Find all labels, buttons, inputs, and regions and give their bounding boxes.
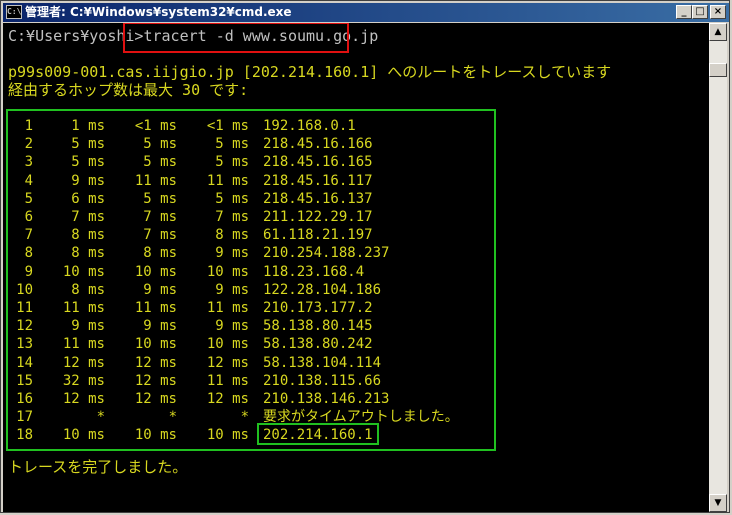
command-highlight-box <box>123 23 349 53</box>
window-title: 管理者: C:¥Windows¥system32¥cmd.exe <box>25 5 292 19</box>
destination-highlight-box <box>257 423 379 445</box>
maximize-button[interactable]: □ <box>692 5 708 19</box>
scroll-down-button[interactable]: ▼ <box>709 494 727 512</box>
max-hops-line: 経由するホップ数は最大 30 です: <box>8 81 249 99</box>
close-button[interactable]: × <box>710 5 726 19</box>
console-output[interactable]: C:¥Users¥yoshi>tracert -d www.soumu.go.j… <box>3 23 709 512</box>
vertical-scrollbar[interactable]: ▲ ▼ <box>709 23 727 512</box>
cmd-window: C:\ 管理者: C:¥Windows¥system32¥cmd.exe _ □… <box>0 0 730 513</box>
hops-highlight-box <box>6 109 496 451</box>
minimize-button[interactable]: _ <box>676 5 692 19</box>
title-bar[interactable]: C:\ 管理者: C:¥Windows¥system32¥cmd.exe _ □… <box>3 3 729 22</box>
cmd-icon: C:\ <box>6 5 22 19</box>
trace-header-line: p99s009-001.cas.iijgio.jp [202.214.160.1… <box>8 63 612 81</box>
scroll-up-button[interactable]: ▲ <box>709 23 727 41</box>
trace-complete-line: トレースを完了しました。 <box>8 458 188 476</box>
scroll-thumb[interactable] <box>709 63 727 77</box>
